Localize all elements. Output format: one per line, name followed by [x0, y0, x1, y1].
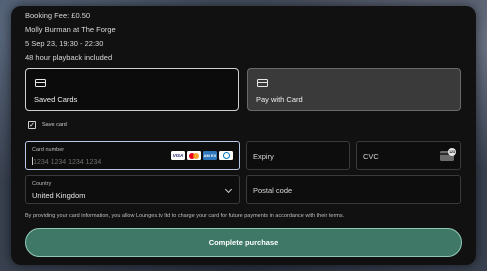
chevron-down-icon [224, 185, 233, 194]
country-label: Country [32, 181, 52, 187]
save-card-label: Save card [42, 122, 67, 128]
postal-code-field[interactable]: Postal code [246, 175, 461, 204]
card-number-input[interactable]: 1234 1234 1234 1234 [32, 157, 101, 166]
visa-icon: VISA [171, 151, 185, 160]
saved-cards-option[interactable]: Saved Cards [25, 68, 239, 111]
cvc-card-icon: 123 [440, 148, 456, 161]
complete-purchase-button[interactable]: Complete purchase [25, 228, 462, 257]
card-brands: VISA AM EX [171, 151, 233, 160]
cvc-label: CVC [363, 152, 379, 161]
mastercard-icon [187, 151, 201, 160]
credit-card-icon [257, 79, 268, 87]
country-value: United Kingdom [32, 191, 86, 200]
pay-with-card-label: Pay with Card [256, 95, 303, 104]
terms-text: By providing your card information, you … [25, 213, 345, 219]
save-card-checkbox[interactable]: ✓ [28, 121, 36, 129]
event-datetime: 5 Sep 23, 19:30 - 22:30 [25, 39, 104, 48]
postal-code-label: Postal code [253, 186, 293, 195]
saved-cards-label: Saved Cards [34, 95, 78, 104]
save-card-row[interactable]: ✓ Save card [28, 121, 67, 129]
country-select[interactable]: Country United Kingdom [25, 175, 240, 204]
cvc-field[interactable]: CVC 123 [356, 141, 461, 170]
card-number-placeholder: 1234 1234 1234 1234 [33, 159, 102, 166]
expiry-field[interactable]: Expiry [246, 141, 350, 170]
checkout-panel: Booking Fee: £0.50 Molly Burman at The F… [11, 6, 476, 265]
amex-icon: AM EX [203, 151, 217, 160]
card-number-field[interactable]: Card number 1234 1234 1234 1234 VISA AM … [25, 141, 240, 170]
credit-card-icon [35, 79, 46, 87]
pay-with-card-option[interactable]: Pay with Card [247, 68, 461, 111]
expiry-label: Expiry [253, 152, 274, 161]
playback-note: 48 hour playback included [25, 53, 113, 62]
event-title: Molly Burman at The Forge [25, 25, 116, 34]
booking-fee: Booking Fee: £0.50 [25, 11, 91, 20]
diners-club-icon [219, 151, 233, 160]
card-number-label: Card number [32, 147, 65, 153]
